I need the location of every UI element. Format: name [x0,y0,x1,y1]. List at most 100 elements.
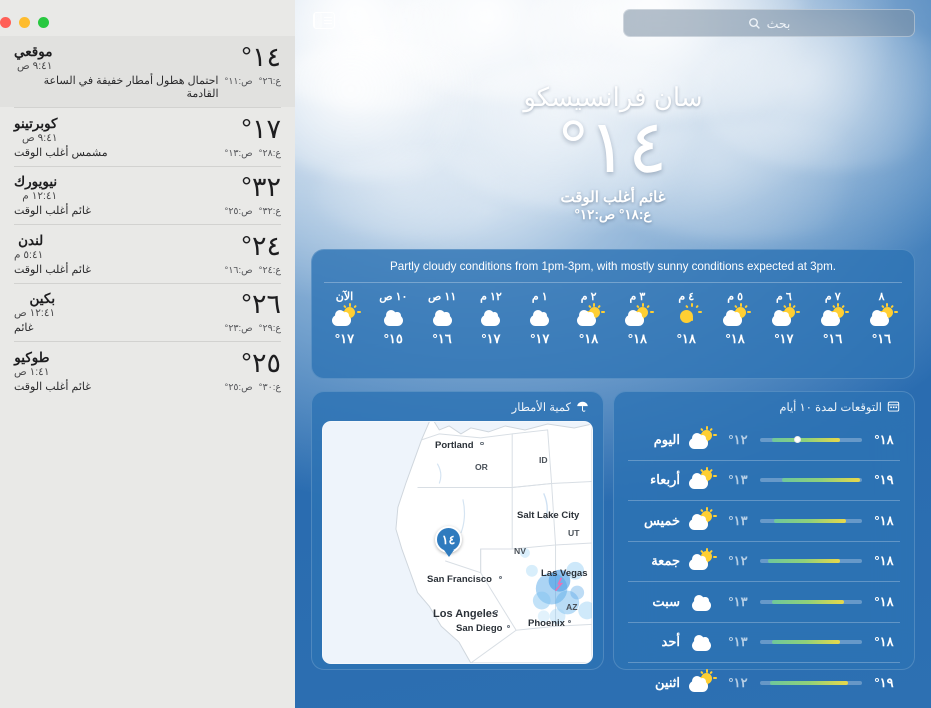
daily-day-name: جمعة [651,553,680,569]
location-time: ١٢:٤١ م [22,190,58,202]
map-label: NV [514,545,526,556]
daily-forecast-row[interactable]: جمعة ١٢° ١٨° [614,541,914,581]
daily-temp-range-fill [772,437,840,442]
hourly-temp: ١٨° [627,330,648,346]
location-high-low: ع:٢٤° ص:١٦° [219,265,282,276]
hourly-time: ٧ م [824,290,841,303]
hourly-item: ٧ م ١٦° [808,290,857,347]
map-city-dot [480,441,484,445]
weather-icon-sun-behind-cloud [576,303,605,327]
current-condition: غائم أغلب الوقت [560,188,666,206]
location-high-low: ع:٢٦° ص:١١° [219,76,282,87]
map-label: San Francisco [427,573,492,585]
precipitation-card-title: كمية الأمطار [511,401,571,414]
hourly-item: ٣ م ١٨° [613,290,662,347]
map-label: OR [475,461,488,472]
minimize-button[interactable] [19,17,30,28]
daily-forecast-row[interactable]: أحد ١٣° ١٨° [614,622,914,662]
daily-forecast-card[interactable]: التوقعات لمدة ١٠ أيام اليوم ١٢° ١٨° أربعاء ١… [613,390,915,692]
location-name: لندن [18,232,44,248]
hourly-temp: ١٥° [383,330,403,346]
precipitation-card[interactable]: كمية الأمطار Portland OR ID Salt Lake Ci… [311,390,604,670]
window-titlebar: بحث [295,0,931,46]
hourly-time: ٥ م [727,290,743,303]
location-high: ع:٢٦° [258,76,281,87]
map-label: AZ [566,601,578,612]
hourly-time: ١١ ص [428,290,457,303]
location-temperature: ٢٤° [241,230,281,261]
location-temperature: ١٤° [241,42,281,72]
search-field[interactable]: بحث [623,9,915,37]
location-name: موقعي [14,44,53,59]
hourly-item: ١ م ١٧° [515,290,564,347]
daily-high-temp: ١٨° [874,593,894,609]
hourly-time: ١ م [531,290,548,303]
location-low: ص:١٦° [224,264,253,276]
daily-day-name: سبت [652,593,680,609]
weather-icon-cloud [478,307,504,327]
location-row-bottom: غائم أغلب الوقت ع:٢٤° ص:١٦° [14,263,281,276]
location-high: ع:٢٨° [258,147,281,159]
location-row-bottom: مشمس أغلب الوقت ع:٢٨° ص:١٣° [14,146,281,159]
maximize-button[interactable] [0,17,11,28]
hourly-time: ١٢ م [480,290,502,303]
hourly-time: ٣ م [629,290,646,303]
daily-high-temp: ١٨° [874,512,894,528]
hourly-temp: ١٧° [530,330,550,346]
daily-forecast-row[interactable]: سبت ١٣° ١٨° [614,582,914,622]
location-temperature: ٣٢° [241,172,281,202]
daily-forecast-row[interactable]: اثنين ١٢° ١٩° [614,663,914,703]
sidebar-location-item[interactable]: لندن ٥:٤١ م ٢٤° غائم أغلب الوقت ع:٢٤° ص:١٦° [0,225,295,283]
daily-temp-range-fill [772,599,844,604]
sidebar-toggle-pane [314,13,322,28]
sidebar-toggle-icon[interactable] [313,12,335,29]
location-row-bottom: غائم أغلب الوقت ع:٣٢° ص:٢٥° [14,204,281,217]
hourly-time: ٨ [878,290,885,303]
daily-icon-wrap [686,466,718,490]
close-button[interactable] [38,17,49,28]
daily-temp-range-bar [760,680,862,685]
map-label: San Diego [456,622,503,634]
daily-forecast-row[interactable]: خميس ١٣° ١٨° [614,501,914,541]
map-label: Los Angeles [433,607,498,620]
map-city-dot [494,609,498,613]
map-label: ID [539,454,548,465]
daily-forecast-row[interactable]: أربعاء ١٣° ١٩° [614,460,914,500]
daily-forecast-row[interactable]: اليوم ١٢° ١٨° [614,420,914,460]
daily-day-name: خميس [643,512,680,528]
location-row-top: نيويورك ١٢:٤١ م ٣٢° [14,172,281,203]
sidebar-location-item[interactable]: طوكيو ١:٤١ ص ٢٥° غائم أغلب الوقت ع:٣٠° ص:٢٥° [0,342,295,400]
weather-icon-sun-behind-cloud [771,303,801,327]
hourly-item: ٤ م ١٨° [662,290,711,347]
daily-high-temp: ١٩° [874,674,894,690]
precipitation-card-header: كمية الأمطار [322,400,593,421]
map-label: Salt Lake City [517,509,580,521]
sidebar-toggle-lines [322,13,334,28]
sidebar-location-item[interactable]: نيويورك ١٢:٤١ م ٣٢° غائم أغلب الوقت ع:٣٢° ص:٢… [0,166,295,224]
map-location-pin[interactable]: ١٤ [435,525,462,553]
daily-temp-range-bar [760,640,862,645]
daily-temp-range-fill [782,478,860,483]
location-low: ص:١٣° [224,147,253,159]
hourly-time: ٦ م [776,290,792,303]
hourly-item: ٥ م ١٨° [711,290,760,347]
location-condition: غائم أغلب الوقت [14,205,91,217]
hourly-list: الآن ١٧° ١٠ ص ١٥° ١١ ص ١٦° ١٢ م ١٧° ١ م ١٧° ٢ م ١٨°… [312,283,914,347]
current-temperature: ١٤° [558,105,668,188]
hourly-temp: ١٦° [823,330,843,346]
daily-day-name: اليوم [653,431,680,447]
sidebar-location-item[interactable]: كوبرتينو ٩:٤١ ص ١٧° مشمس أغلب الوقت ع:٢٨° ص:١… [0,108,295,166]
location-list: موقعي ٩:٤١ ص ١٤° احتمال هطول أمطار خفيفة في… [0,0,295,400]
daily-low-temp: ١٢° [728,431,748,447]
hourly-forecast-card[interactable]: Partly cloudy conditions from 1pm-3pm, w… [311,248,915,379]
daily-day-name: اثنين [655,674,680,690]
hourly-temp: ١٨° [676,330,696,346]
location-condition: احتمال هطول أمطار خفيفة في الساعة القادم… [43,75,219,100]
daily-temp-range-fill [768,559,840,564]
umbrella-icon [577,401,588,412]
precipitation-map[interactable]: Portland OR ID Salt Lake City UT NV San Franci… [322,420,593,664]
sidebar-location-item[interactable]: موقعي ٩:٤١ ص ١٤° احتمال هطول أمطار خفيفة في… [0,36,295,107]
sidebar-location-item[interactable]: بكين ١٢:٤١ ص ٢٦° غائم ع:٢٩° ص:٢٣° [0,283,295,341]
location-condition: غائم [14,322,34,334]
search-icon [748,17,760,29]
